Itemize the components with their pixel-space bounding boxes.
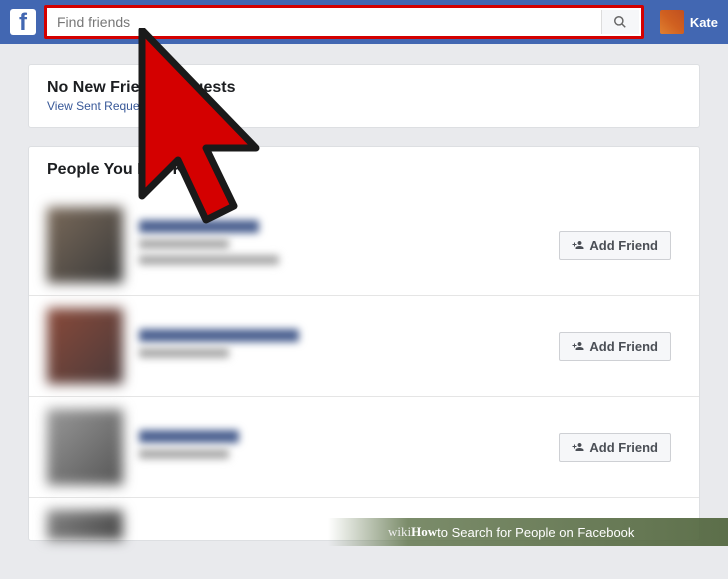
add-friend-icon xyxy=(572,239,584,251)
add-friend-button[interactable]: Add Friend xyxy=(559,332,671,361)
friend-requests-card: No New Friend Requests View Sent Request… xyxy=(28,64,700,128)
watermark-how: How xyxy=(411,524,437,540)
search-highlight-box xyxy=(44,5,644,39)
add-friend-label: Add Friend xyxy=(589,339,658,354)
person-info xyxy=(139,430,559,465)
search-icon xyxy=(613,15,627,29)
search-input[interactable] xyxy=(47,8,641,36)
watermark-text: to Search for People on Facebook xyxy=(437,525,634,540)
person-photo[interactable] xyxy=(47,308,123,384)
person-photo[interactable] xyxy=(47,510,123,540)
add-friend-button[interactable]: Add Friend xyxy=(559,231,671,260)
add-friend-button[interactable]: Add Friend xyxy=(559,433,671,462)
avatar xyxy=(660,10,684,34)
pymk-row: Add Friend xyxy=(47,195,681,295)
person-info xyxy=(139,329,559,364)
add-friend-label: Add Friend xyxy=(589,238,658,253)
pymk-row: Add Friend xyxy=(47,397,681,497)
user-name: Kate xyxy=(690,15,718,30)
facebook-logo-icon[interactable]: f xyxy=(10,9,36,35)
user-profile-link[interactable]: Kate xyxy=(660,10,718,34)
pymk-title: People You May Know xyxy=(47,161,681,179)
person-photo[interactable] xyxy=(47,207,123,283)
add-friend-label: Add Friend xyxy=(589,440,658,455)
person-info xyxy=(139,220,559,271)
person-photo[interactable] xyxy=(47,409,123,485)
add-friend-icon xyxy=(572,340,584,352)
pymk-card: People You May Know Add Friend Add F xyxy=(28,146,700,541)
watermark-wiki: wiki xyxy=(388,524,411,540)
friend-requests-title: No New Friend Requests xyxy=(47,79,681,97)
top-nav-bar: f Kate xyxy=(0,0,728,44)
view-sent-requests-link[interactable]: View Sent Requests xyxy=(47,99,681,113)
wikihow-watermark: wikiHow to Search for People on Facebook xyxy=(328,518,728,546)
add-friend-icon xyxy=(572,441,584,453)
search-button[interactable] xyxy=(601,10,639,34)
main-content: No New Friend Requests View Sent Request… xyxy=(0,44,728,579)
pymk-row: Add Friend xyxy=(47,296,681,396)
